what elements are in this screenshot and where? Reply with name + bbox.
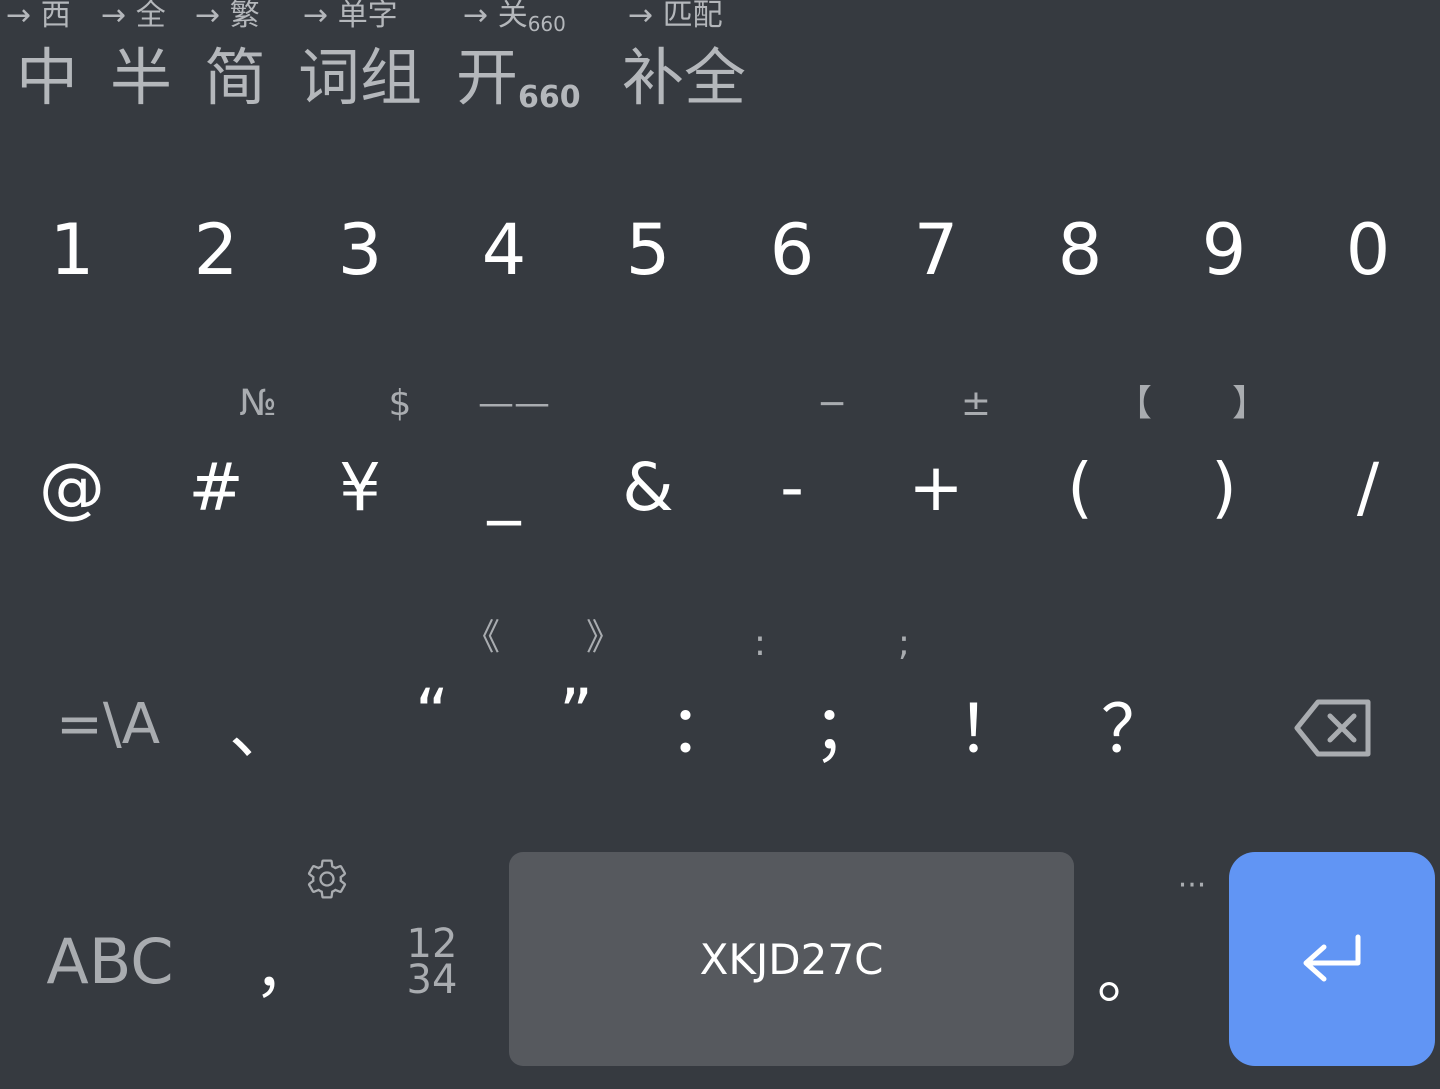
comma-key[interactable]: ， — [250, 930, 320, 1010]
key-fullwidth-exclamation[interactable]: ！ — [918, 690, 1062, 770]
toolbar-button-simplified[interactable]: 简 — [204, 38, 266, 118]
toolbar-button-chinese[interactable]: 中 — [16, 38, 78, 118]
hint-plus-minus: ± — [960, 383, 992, 424]
key-plus[interactable]: + — [864, 448, 1008, 528]
key-ampersand[interactable]: & — [576, 448, 720, 528]
key-underscore[interactable]: _ — [432, 448, 576, 528]
toolbar-button-complete[interactable]: 补全 — [622, 38, 746, 118]
key-7[interactable]: 7 — [864, 210, 1008, 290]
hint-colon: : — [753, 623, 767, 664]
backspace-icon — [1294, 699, 1371, 757]
key-5[interactable]: 5 — [576, 210, 720, 290]
key-left-paren[interactable]: ( — [1008, 448, 1152, 528]
key-1[interactable]: 1 — [0, 210, 144, 290]
period-key[interactable]: 。 — [1090, 936, 1166, 1016]
key-6[interactable]: 6 — [720, 210, 864, 290]
gear-icon — [307, 859, 347, 899]
key-at[interactable]: @ — [0, 448, 144, 528]
key-fullwidth-colon[interactable]: ： — [630, 690, 774, 770]
key-enumeration-comma[interactable]: 、 — [190, 690, 334, 770]
toolbar-button-on[interactable]: 开660 — [456, 38, 581, 130]
hint-numero: № — [239, 383, 277, 424]
toolbar-hint-off: → 关660 — [463, 0, 566, 36]
key-left-double-quote[interactable]: “ — [360, 674, 504, 754]
toolbar-hint-west: → 西 — [6, 0, 71, 33]
key-mode-switch[interactable]: =\A — [36, 690, 180, 760]
key-0[interactable]: 0 — [1296, 210, 1440, 290]
hint-right-bracket: 】 — [1231, 383, 1268, 424]
key-4[interactable]: 4 — [432, 210, 576, 290]
key-hash[interactable]: # — [144, 448, 288, 528]
key-right-paren[interactable]: ) — [1152, 448, 1296, 528]
key-2[interactable]: 2 — [144, 210, 288, 290]
toolbar-hint-full: → 全 — [101, 0, 166, 33]
backspace-key[interactable] — [1294, 698, 1372, 758]
numpad-label-bottom: 34 — [406, 957, 458, 1003]
toolbar-button-half-width[interactable]: 半 — [110, 38, 172, 118]
hint-right-double-angle: 》 — [585, 617, 622, 658]
space-key-label: XKJD27C — [699, 934, 884, 984]
enter-icon — [1303, 934, 1361, 982]
key-fullwidth-question[interactable]: ？ — [1062, 690, 1206, 770]
toolbar-hint-traditional: → 繁 — [195, 0, 260, 33]
toolbar-button-phrase[interactable]: 词组 — [298, 38, 422, 118]
key-right-double-quote[interactable]: ” — [504, 674, 648, 754]
key-8[interactable]: 8 — [1008, 210, 1152, 290]
hint-minus: − — [816, 383, 848, 424]
abc-key[interactable]: ABC — [40, 922, 180, 1002]
hint-dash: —— — [478, 383, 550, 424]
numpad-key[interactable]: 12 34 — [392, 924, 472, 1003]
key-yen[interactable]: ¥ — [288, 448, 432, 528]
key-hyphen[interactable]: - — [720, 448, 864, 528]
toolbar-hint-match: → 匹配 — [628, 0, 723, 33]
space-key[interactable]: XKJD27C — [509, 852, 1074, 1066]
key-fullwidth-semicolon[interactable]: ； — [774, 690, 918, 770]
key-slash[interactable]: / — [1296, 448, 1440, 528]
settings-key[interactable] — [304, 856, 350, 902]
key-9[interactable]: 9 — [1152, 210, 1296, 290]
enter-key[interactable] — [1229, 852, 1435, 1066]
more-hint: ··· — [1177, 868, 1207, 903]
key-3[interactable]: 3 — [288, 210, 432, 290]
toolbar-hint-single-char: → 单字 — [303, 0, 398, 33]
hint-semicolon: ; — [897, 623, 911, 664]
